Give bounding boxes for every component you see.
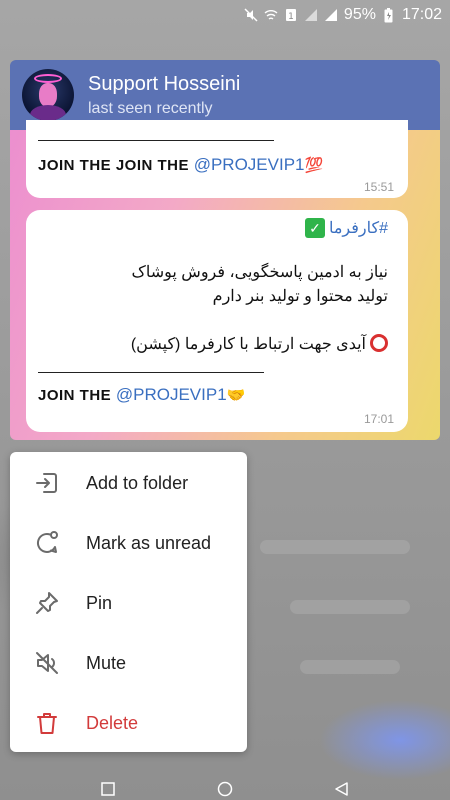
menu-item-label: Add to folder [86, 472, 189, 493]
navigation-bar [0, 778, 450, 800]
mark-as-unread-item[interactable]: Mark as unread [10, 513, 247, 573]
contact-text: آیدی جهت ارتباط با کارفرما (کپشن) [130, 336, 366, 353]
message-line-3: آیدی جهت ارتباط با کارفرما (کپشن) [131, 334, 388, 354]
hashtag-link[interactable]: #کارفرما [329, 218, 388, 238]
back-button[interactable] [334, 781, 350, 797]
divider-line [38, 372, 264, 373]
avatar-face [39, 83, 57, 107]
home-button[interactable] [217, 781, 233, 797]
message-line-2: تولید محتوا و تولید بنر دارم [212, 288, 388, 305]
check-mark-icon: ✓ [304, 218, 325, 238]
menu-item-label: Pin [86, 592, 113, 613]
clock: 17:02 [401, 6, 442, 23]
status-bar: 1 95% 17:02 [0, 0, 450, 30]
join-prefix: JOIN THE [38, 387, 116, 404]
chat-status: last seen recently [88, 99, 213, 117]
join-prefix: JOIN THE JOIN THE [38, 157, 194, 174]
svg-text:1: 1 [288, 12, 294, 22]
blurred-row [290, 600, 410, 614]
context-menu: Add to folder Mark as unread Pin Mute De… [10, 452, 247, 752]
add-to-folder-item[interactable]: Add to folder [10, 453, 247, 513]
trash-icon [32, 708, 62, 738]
delete-item[interactable]: Delete [10, 693, 247, 753]
pin-icon [32, 588, 62, 618]
mute-icon [32, 648, 62, 678]
chat-unread-icon [32, 528, 62, 558]
folder-add-icon [32, 468, 62, 498]
chat-messages: JOIN THE JOIN THE @PROJEVIP1💯 15:51 #کار… [10, 120, 440, 440]
red-circle-icon [370, 334, 388, 352]
battery-percent: 95% [343, 6, 376, 23]
message-line-1: نیاز به ادمین پاسخگویی، فروش پوشاک [131, 264, 388, 281]
blurred-row [300, 660, 400, 674]
message-bubble[interactable]: JOIN THE JOIN THE @PROJEVIP1💯 15:51 [26, 120, 408, 198]
signal-2-icon [324, 8, 338, 22]
handshake-emoji: 🤝 [226, 387, 246, 404]
menu-item-label: Delete [86, 712, 139, 733]
wifi-icon [264, 8, 278, 22]
blurred-row [260, 540, 410, 554]
signal-icon [304, 8, 318, 22]
pin-item[interactable]: Pin [10, 573, 247, 633]
avatar-body [30, 105, 66, 121]
channel-link[interactable]: @PROJEVIP1 [116, 385, 227, 404]
mute-status-icon [244, 8, 258, 22]
avatar-halo [34, 74, 62, 83]
chat-header-text: Support Hosseini last seen recently [88, 73, 240, 118]
hashtag-line: #کارفرما ✓ [304, 218, 388, 238]
recents-button[interactable] [100, 781, 116, 797]
sim-icon: 1 [284, 8, 298, 22]
avatar[interactable] [22, 69, 74, 121]
battery-icon [382, 7, 396, 22]
message-join-text: JOIN THE @PROJEVIP1🤝 [38, 385, 246, 405]
chat-preview-card: Support Hosseini last seen recently JOIN… [10, 60, 440, 440]
channel-link[interactable]: @PROJEVIP1 [194, 155, 305, 174]
message-time: 15:51 [363, 180, 394, 194]
message-bubble[interactable]: #کارفرما ✓ نیاز به ادمین پاسخگویی، فروش … [26, 210, 408, 432]
hundred-emoji: 💯 [304, 157, 324, 174]
message-time: 17:01 [363, 412, 394, 426]
message-join-text: JOIN THE JOIN THE @PROJEVIP1💯 [38, 155, 324, 175]
divider-line [38, 140, 274, 141]
menu-item-label: Mute [86, 652, 127, 673]
menu-item-label: Mark as unread [86, 532, 212, 553]
mute-item[interactable]: Mute [10, 633, 247, 693]
chat-name: Support Hosseini [88, 72, 241, 95]
